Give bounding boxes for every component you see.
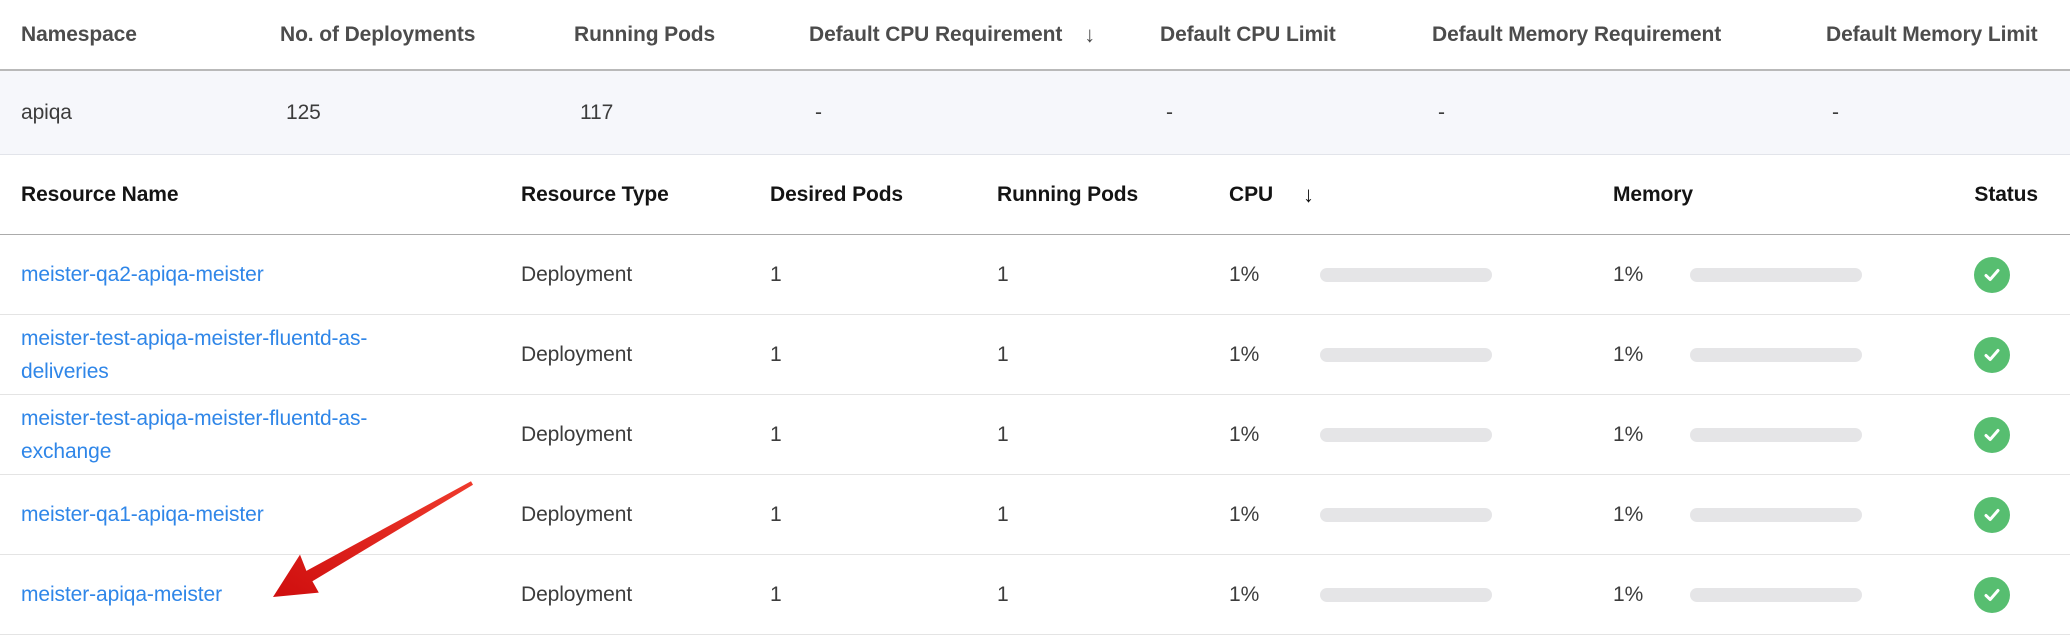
col-header-desired-pods[interactable]: Desired Pods (770, 183, 997, 207)
col-header-running-pods[interactable]: Running Pods (574, 23, 809, 47)
cpu-usage-bar (1320, 348, 1492, 362)
namespace-default-cpu-requirement: - (809, 101, 1160, 125)
memory-percent-value: 1% (1613, 423, 1669, 447)
cpu-usage-bar (1320, 428, 1492, 442)
namespace-row-apiqa[interactable]: apiqa 125 117 - - - - (0, 71, 2070, 155)
col-header-deployments[interactable]: No. of Deployments (280, 23, 574, 47)
cpu-percent-value: 1% (1229, 423, 1285, 447)
memory-usage-bar (1690, 508, 1862, 522)
memory-percent-value: 1% (1613, 343, 1669, 367)
memory-percent-value: 1% (1613, 583, 1669, 607)
status-healthy-icon (1974, 577, 2010, 613)
resource-table-header: Resource Name Resource Type Desired Pods… (0, 155, 2070, 235)
table-row: meister-test-apiqa-meister-fluentd-as-ex… (0, 395, 2070, 475)
table-row: meister-test-apiqa-meister-fluentd-as-de… (0, 315, 2070, 395)
cpu-usage-bar (1320, 268, 1492, 282)
status-healthy-icon (1974, 337, 2010, 373)
col-header-default-cpu-requirement-label: Default CPU Requirement (809, 23, 1062, 47)
col-header-cpu[interactable]: CPU ↓ (1229, 182, 1613, 208)
resource-link-meister-qa2-apiqa-meister[interactable]: meister-qa2-apiqa-meister (21, 263, 264, 286)
desired-pods-value: 1 (770, 343, 997, 367)
sort-descending-icon[interactable]: ↓ (1303, 182, 1314, 208)
desired-pods-value: 1 (770, 583, 997, 607)
col-header-memory[interactable]: Memory (1613, 183, 1974, 207)
col-header-resource-name[interactable]: Resource Name (21, 183, 521, 207)
resource-link-meister-apiqa-meister[interactable]: meister-apiqa-meister (21, 583, 222, 606)
running-pods-value: 1 (997, 423, 1229, 447)
sort-descending-icon[interactable]: ↓ (1084, 22, 1095, 48)
namespace-table-header: Namespace No. of Deployments Running Pod… (0, 0, 2070, 71)
status-healthy-icon (1974, 417, 2010, 453)
status-healthy-icon (1974, 497, 2010, 533)
resource-type: Deployment (521, 263, 770, 287)
col-header-resource-type[interactable]: Resource Type (521, 183, 770, 207)
desired-pods-value: 1 (770, 423, 997, 447)
namespace-default-memory-requirement: - (1432, 101, 1826, 125)
memory-usage-bar (1690, 428, 1862, 442)
resource-type: Deployment (521, 423, 770, 447)
col-header-status[interactable]: Status (1974, 183, 2038, 207)
col-header-default-cpu-limit[interactable]: Default CPU Limit (1160, 23, 1432, 47)
namespace-running-pods-count: 117 (574, 101, 809, 125)
col-header-default-memory-requirement[interactable]: Default Memory Requirement (1432, 23, 1826, 47)
resource-link-meister-test-apiqa-meister-fluentd-as-exchange[interactable]: meister-test-apiqa-meister-fluentd-as-ex… (21, 407, 367, 463)
status-healthy-icon (1974, 257, 2010, 293)
col-header-default-memory-limit[interactable]: Default Memory Limit (1826, 23, 2050, 47)
col-header-namespace[interactable]: Namespace (21, 23, 280, 47)
memory-percent-value: 1% (1613, 503, 1669, 527)
running-pods-value: 1 (997, 583, 1229, 607)
cpu-percent-value: 1% (1229, 263, 1285, 287)
namespace-name: apiqa (21, 101, 280, 125)
namespace-deployments-view: Namespace No. of Deployments Running Pod… (0, 0, 2070, 642)
memory-usage-bar (1690, 268, 1862, 282)
resource-type: Deployment (521, 343, 770, 367)
col-header-default-cpu-requirement[interactable]: Default CPU Requirement ↓ (809, 22, 1160, 48)
resource-type: Deployment (521, 503, 770, 527)
namespace-default-memory-limit: - (1826, 101, 2050, 125)
memory-usage-bar (1690, 588, 1862, 602)
table-row: meister-qa2-apiqa-meister Deployment 1 1… (0, 235, 2070, 315)
running-pods-value: 1 (997, 263, 1229, 287)
resource-type: Deployment (521, 583, 770, 607)
table-row: meister-qa1-apiqa-meister Deployment 1 1… (0, 475, 2070, 555)
resource-link-meister-test-apiqa-meister-fluentd-as-deliveries[interactable]: meister-test-apiqa-meister-fluentd-as-de… (21, 327, 367, 383)
col-header-cpu-label: CPU (1229, 183, 1273, 207)
cpu-usage-bar (1320, 508, 1492, 522)
resource-link-meister-qa1-apiqa-meister[interactable]: meister-qa1-apiqa-meister (21, 503, 264, 526)
cpu-percent-value: 1% (1229, 583, 1285, 607)
running-pods-value: 1 (997, 343, 1229, 367)
cpu-percent-value: 1% (1229, 503, 1285, 527)
running-pods-value: 1 (997, 503, 1229, 527)
col-header-running-pods-2[interactable]: Running Pods (997, 183, 1229, 207)
desired-pods-value: 1 (770, 503, 997, 527)
namespace-deployments-count: 125 (280, 101, 574, 125)
table-row: meister-apiqa-meister Deployment 1 1 1% … (0, 555, 2070, 635)
cpu-percent-value: 1% (1229, 343, 1285, 367)
desired-pods-value: 1 (770, 263, 997, 287)
memory-percent-value: 1% (1613, 263, 1669, 287)
cpu-usage-bar (1320, 588, 1492, 602)
namespace-default-cpu-limit: - (1160, 101, 1432, 125)
memory-usage-bar (1690, 348, 1862, 362)
